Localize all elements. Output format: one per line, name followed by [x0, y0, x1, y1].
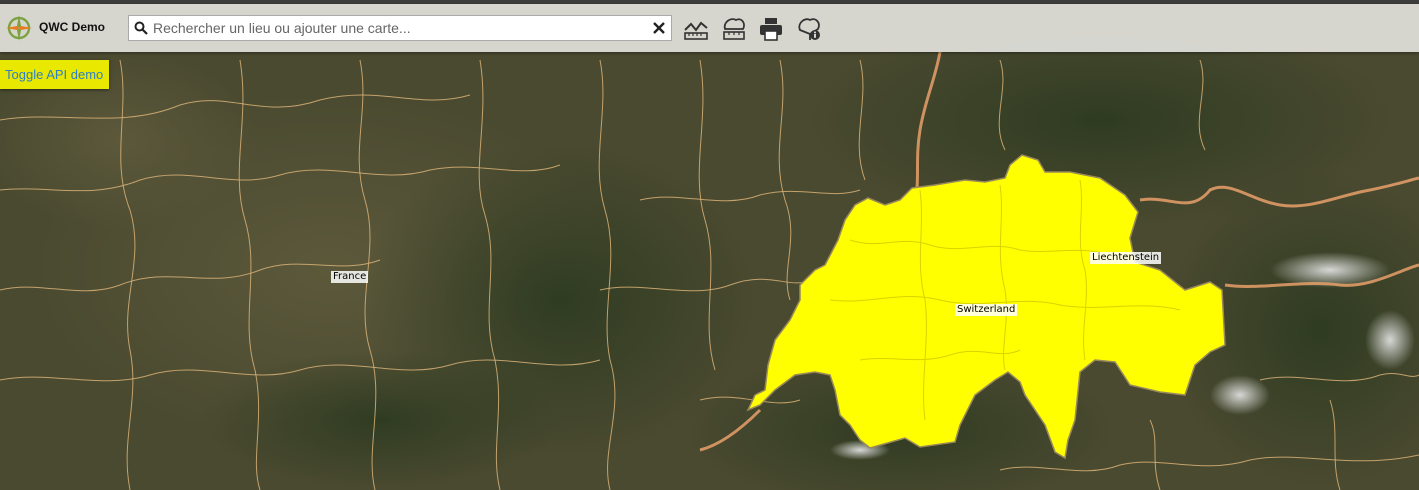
map-label-liechtenstein: Liechtenstein [1090, 252, 1162, 264]
snow-patch [1210, 375, 1270, 415]
close-icon[interactable] [653, 22, 665, 34]
toggle-api-demo-button[interactable]: Toggle API demo [0, 60, 110, 89]
info-icon[interactable] [796, 16, 822, 42]
terrain-patch [200, 350, 560, 490]
search-icon [134, 21, 148, 35]
compass-logo-icon [6, 15, 32, 41]
measure-icon[interactable] [683, 16, 709, 42]
map-label-france: France [331, 271, 369, 283]
map-label-switzerland: Switzerland [955, 304, 1018, 316]
search-box[interactable] [128, 15, 672, 41]
draw-icon[interactable] [721, 16, 747, 42]
map-canvas[interactable] [0, 0, 1419, 490]
toolbar: QWC Demo [0, 4, 1419, 52]
app-title: QWC Demo [39, 20, 105, 34]
search-input[interactable] [153, 18, 643, 38]
print-icon[interactable] [758, 16, 784, 42]
snow-patch [1365, 310, 1415, 370]
